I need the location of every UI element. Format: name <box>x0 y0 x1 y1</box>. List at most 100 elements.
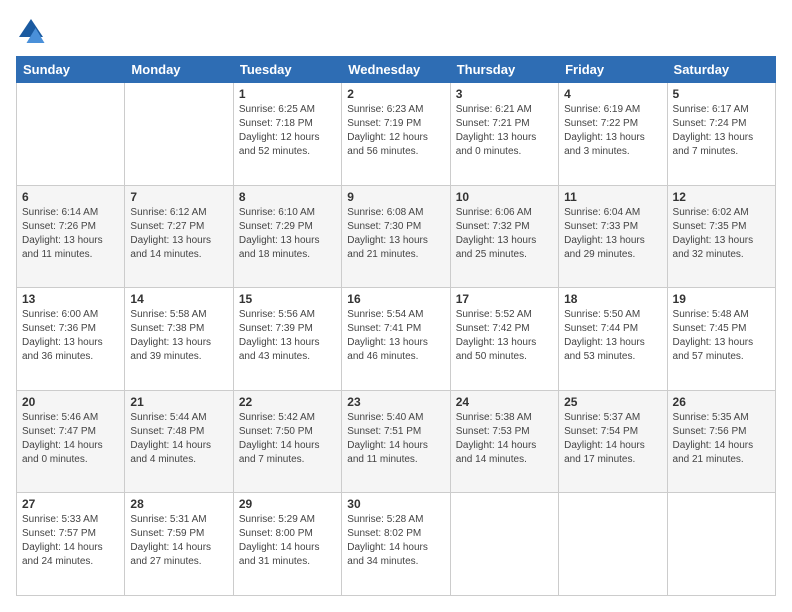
logo <box>16 16 50 46</box>
day-info: Sunrise: 6:06 AM Sunset: 7:32 PM Dayligh… <box>456 206 553 262</box>
day-number: 22 <box>239 395 336 409</box>
weekday-header-monday: Monday <box>125 57 233 83</box>
day-info: Sunrise: 5:46 AM Sunset: 7:47 PM Dayligh… <box>22 411 119 467</box>
calendar-cell: 16 Sunrise: 5:54 AM Sunset: 7:41 PM Dayli… <box>342 288 450 391</box>
day-number: 3 <box>456 87 553 101</box>
day-info: Sunrise: 6:17 AM Sunset: 7:24 PM Dayligh… <box>673 103 770 159</box>
day-info: Sunrise: 6:19 AM Sunset: 7:22 PM Dayligh… <box>564 103 661 159</box>
day-number: 12 <box>673 190 770 204</box>
calendar-cell: 26 Sunrise: 5:35 AM Sunset: 7:56 PM Dayli… <box>667 390 775 493</box>
day-info: Sunrise: 5:56 AM Sunset: 7:39 PM Dayligh… <box>239 308 336 364</box>
day-number: 17 <box>456 292 553 306</box>
day-number: 24 <box>456 395 553 409</box>
day-number: 16 <box>347 292 444 306</box>
logo-icon <box>16 16 46 46</box>
calendar-cell: 4 Sunrise: 6:19 AM Sunset: 7:22 PM Daylig… <box>559 83 667 186</box>
day-info: Sunrise: 6:08 AM Sunset: 7:30 PM Dayligh… <box>347 206 444 262</box>
day-info: Sunrise: 5:44 AM Sunset: 7:48 PM Dayligh… <box>130 411 227 467</box>
day-number: 14 <box>130 292 227 306</box>
calendar-week-2: 6Sunrise: 6:14 AM Sunset: 7:26 PM Daylig… <box>17 185 776 288</box>
day-info: Sunrise: 5:58 AM Sunset: 7:38 PM Dayligh… <box>130 308 227 364</box>
day-number: 15 <box>239 292 336 306</box>
calendar-week-3: 13Sunrise: 6:00 AM Sunset: 7:36 PM Dayli… <box>17 288 776 391</box>
calendar-cell: 29 Sunrise: 5:29 AM Sunset: 8:00 PM Dayli… <box>233 493 341 596</box>
calendar-cell <box>17 83 125 186</box>
weekday-header-sunday: Sunday <box>17 57 125 83</box>
calendar-cell: 7 Sunrise: 6:12 AM Sunset: 7:27 PM Daylig… <box>125 185 233 288</box>
day-number: 5 <box>673 87 770 101</box>
page: SundayMondayTuesdayWednesdayThursdayFrid… <box>0 0 792 612</box>
day-info: Sunrise: 5:35 AM Sunset: 7:56 PM Dayligh… <box>673 411 770 467</box>
calendar-cell: 24 Sunrise: 5:38 AM Sunset: 7:53 PM Dayli… <box>450 390 558 493</box>
calendar-cell: 6Sunrise: 6:14 AM Sunset: 7:26 PM Daylig… <box>17 185 125 288</box>
calendar-cell: 17 Sunrise: 5:52 AM Sunset: 7:42 PM Dayli… <box>450 288 558 391</box>
calendar-cell: 15 Sunrise: 5:56 AM Sunset: 7:39 PM Dayli… <box>233 288 341 391</box>
day-info: Sunrise: 5:54 AM Sunset: 7:41 PM Dayligh… <box>347 308 444 364</box>
day-info: Sunrise: 6:23 AM Sunset: 7:19 PM Dayligh… <box>347 103 444 159</box>
header <box>16 16 776 46</box>
day-number: 21 <box>130 395 227 409</box>
day-info: Sunrise: 5:48 AM Sunset: 7:45 PM Dayligh… <box>673 308 770 364</box>
day-number: 9 <box>347 190 444 204</box>
weekday-header-wednesday: Wednesday <box>342 57 450 83</box>
day-number: 20 <box>22 395 119 409</box>
day-info: Sunrise: 5:38 AM Sunset: 7:53 PM Dayligh… <box>456 411 553 467</box>
calendar-cell: 8 Sunrise: 6:10 AM Sunset: 7:29 PM Daylig… <box>233 185 341 288</box>
day-number: 26 <box>673 395 770 409</box>
day-number: 13 <box>22 292 119 306</box>
day-info: Sunrise: 6:12 AM Sunset: 7:27 PM Dayligh… <box>130 206 227 262</box>
calendar-cell: 9 Sunrise: 6:08 AM Sunset: 7:30 PM Daylig… <box>342 185 450 288</box>
calendar-cell: 18Sunrise: 5:50 AM Sunset: 7:44 PM Dayli… <box>559 288 667 391</box>
calendar-cell: 25 Sunrise: 5:37 AM Sunset: 7:54 PM Dayli… <box>559 390 667 493</box>
day-info: Sunrise: 5:33 AM Sunset: 7:57 PM Dayligh… <box>22 513 119 569</box>
day-info: Sunrise: 6:10 AM Sunset: 7:29 PM Dayligh… <box>239 206 336 262</box>
day-info: Sunrise: 5:37 AM Sunset: 7:54 PM Dayligh… <box>564 411 661 467</box>
calendar-table: SundayMondayTuesdayWednesdayThursdayFrid… <box>16 56 776 596</box>
calendar-cell: 2Sunrise: 6:23 AM Sunset: 7:19 PM Daylig… <box>342 83 450 186</box>
calendar-cell: 5 Sunrise: 6:17 AM Sunset: 7:24 PM Daylig… <box>667 83 775 186</box>
calendar-cell: 21 Sunrise: 5:44 AM Sunset: 7:48 PM Dayli… <box>125 390 233 493</box>
day-info: Sunrise: 6:02 AM Sunset: 7:35 PM Dayligh… <box>673 206 770 262</box>
day-number: 25 <box>564 395 661 409</box>
calendar-cell: 20 Sunrise: 5:46 AM Sunset: 7:47 PM Dayli… <box>17 390 125 493</box>
day-number: 10 <box>456 190 553 204</box>
day-number: 19 <box>673 292 770 306</box>
day-number: 6 <box>22 190 119 204</box>
calendar-week-4: 20 Sunrise: 5:46 AM Sunset: 7:47 PM Dayli… <box>17 390 776 493</box>
day-info: Sunrise: 5:31 AM Sunset: 7:59 PM Dayligh… <box>130 513 227 569</box>
calendar-cell <box>559 493 667 596</box>
day-info: Sunrise: 5:42 AM Sunset: 7:50 PM Dayligh… <box>239 411 336 467</box>
day-info: Sunrise: 5:52 AM Sunset: 7:42 PM Dayligh… <box>456 308 553 364</box>
day-info: Sunrise: 6:21 AM Sunset: 7:21 PM Dayligh… <box>456 103 553 159</box>
calendar-week-1: 1Sunrise: 6:25 AM Sunset: 7:18 PM Daylig… <box>17 83 776 186</box>
day-info: Sunrise: 6:04 AM Sunset: 7:33 PM Dayligh… <box>564 206 661 262</box>
day-info: Sunrise: 5:29 AM Sunset: 8:00 PM Dayligh… <box>239 513 336 569</box>
weekday-header-tuesday: Tuesday <box>233 57 341 83</box>
day-number: 28 <box>130 497 227 511</box>
day-number: 30 <box>347 497 444 511</box>
day-number: 8 <box>239 190 336 204</box>
calendar-cell: 22 Sunrise: 5:42 AM Sunset: 7:50 PM Dayli… <box>233 390 341 493</box>
day-info: Sunrise: 5:50 AM Sunset: 7:44 PM Dayligh… <box>564 308 661 364</box>
calendar-cell <box>450 493 558 596</box>
calendar-cell: 3 Sunrise: 6:21 AM Sunset: 7:21 PM Daylig… <box>450 83 558 186</box>
calendar-cell: 10 Sunrise: 6:06 AM Sunset: 7:32 PM Dayli… <box>450 185 558 288</box>
calendar-cell: 19 Sunrise: 5:48 AM Sunset: 7:45 PM Dayli… <box>667 288 775 391</box>
weekday-header-friday: Friday <box>559 57 667 83</box>
day-info: Sunrise: 6:25 AM Sunset: 7:18 PM Dayligh… <box>239 103 336 159</box>
calendar-cell <box>667 493 775 596</box>
calendar-cell: 13Sunrise: 6:00 AM Sunset: 7:36 PM Dayli… <box>17 288 125 391</box>
day-number: 11 <box>564 190 661 204</box>
calendar-cell <box>125 83 233 186</box>
calendar-cell: 11 Sunrise: 6:04 AM Sunset: 7:33 PM Dayli… <box>559 185 667 288</box>
calendar-cell: 28 Sunrise: 5:31 AM Sunset: 7:59 PM Dayli… <box>125 493 233 596</box>
calendar-cell: 12 Sunrise: 6:02 AM Sunset: 7:35 PM Dayli… <box>667 185 775 288</box>
day-number: 7 <box>130 190 227 204</box>
calendar-cell: 30 Sunrise: 5:28 AM Sunset: 8:02 PM Dayli… <box>342 493 450 596</box>
day-number: 29 <box>239 497 336 511</box>
day-info: Sunrise: 5:28 AM Sunset: 8:02 PM Dayligh… <box>347 513 444 569</box>
day-number: 23 <box>347 395 444 409</box>
day-number: 4 <box>564 87 661 101</box>
calendar-cell: 23Sunrise: 5:40 AM Sunset: 7:51 PM Dayli… <box>342 390 450 493</box>
day-number: 27 <box>22 497 119 511</box>
